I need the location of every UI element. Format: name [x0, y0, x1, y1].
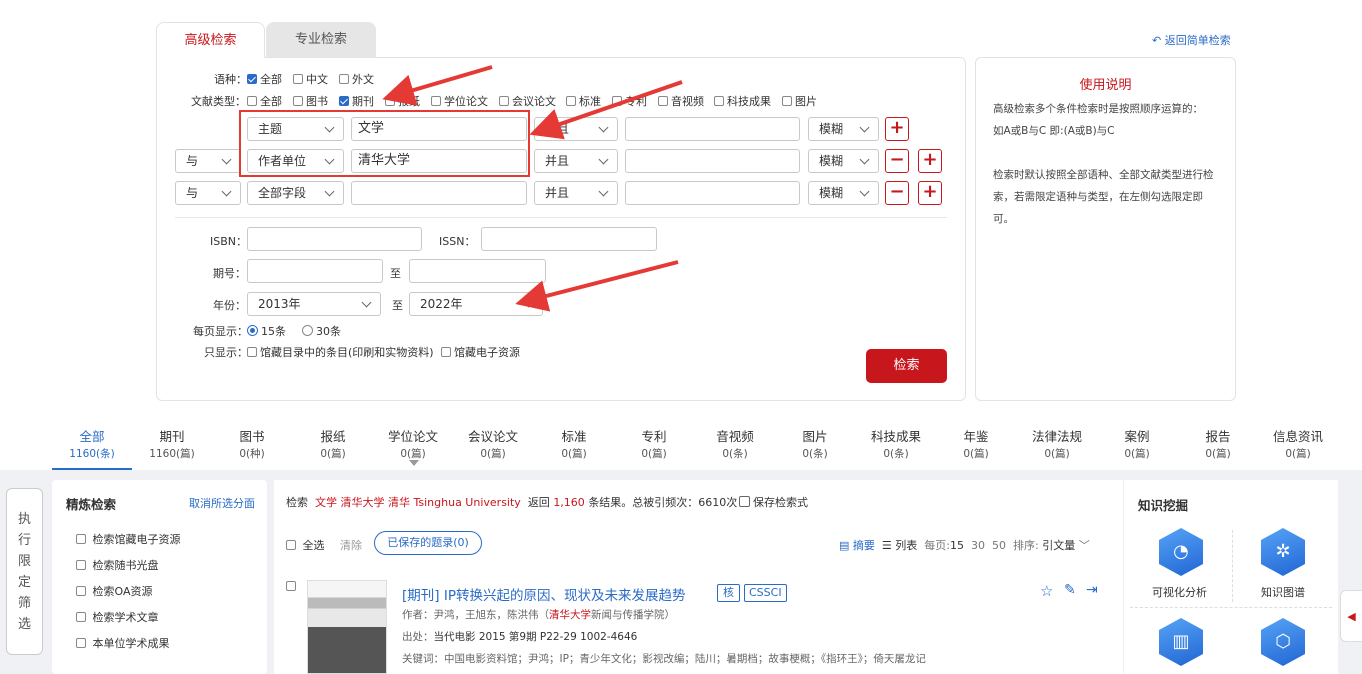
category-tabs: 全部 1160(条) 期刊 1160(篇) 图书 0(种) 报纸 0(篇) 学位论文 0(… [52, 418, 1338, 471]
category-tab-book[interactable]: 图书 0(种) [212, 426, 292, 461]
caret-down-icon[interactable] [409, 460, 419, 466]
arrow-to-year-range [515, 260, 679, 312]
visual-analysis-label[interactable]: 可视化分析 [1152, 584, 1207, 600]
edit-note-icon[interactable]: ✎ [1064, 582, 1076, 598]
perpage-50[interactable]: 50 [992, 539, 1006, 552]
view-list-button[interactable]: ☰ 列表 [882, 539, 917, 552]
favorite-star-icon[interactable]: ☆ [1040, 582, 1053, 600]
record-cover-image[interactable] [307, 580, 387, 674]
record-authors: 作者：尹鸿，王旭东，陈洪伟（清华大学新闻与传播学院） [402, 609, 675, 621]
category-tab-av[interactable]: 音视频 0(条) [695, 426, 775, 461]
record-keywords: 关键词：中国电影资料馆；尹鸿；IP；青少年文化；影视改编；陆川；暑期档；故事梗概… [402, 653, 926, 665]
visual-analysis-icon[interactable]: ◔ [1159, 528, 1203, 576]
category-tab-case[interactable]: 案例 0(篇) [1097, 426, 1177, 461]
knowledge-graph-icon[interactable]: ✲ [1261, 528, 1305, 576]
category-tab-conference[interactable]: 会议论文 0(篇) [453, 426, 533, 461]
category-tab-news[interactable]: 信息资讯 0(篇) [1258, 426, 1338, 461]
network-icon[interactable]: ⬡ [1261, 618, 1305, 666]
refine-item[interactable]: 检索随书光盘 [76, 557, 159, 573]
select-all-checkbox[interactable]: 全选 [286, 537, 325, 553]
category-tab-newspaper[interactable]: 报纸 0(篇) [293, 426, 373, 461]
statistics-chart-icon[interactable]: ▥ [1159, 618, 1203, 666]
knowledge-graph-label[interactable]: 知识图谱 [1261, 584, 1305, 600]
abstract-icon: ▤ [839, 539, 850, 552]
chevron-down-icon: ﹀ [1078, 539, 1090, 552]
saved-records-button[interactable]: 已保存的题录(0) [374, 531, 482, 555]
results-main: 检索 文学 清华大学 清华 Tsinghua University 返回 1,1… [274, 480, 1123, 674]
record-title-link[interactable]: [期刊] IP转换兴起的原因、现状及未来发展趋势 [402, 584, 685, 604]
collapse-panel-tab[interactable]: ◀ [1340, 590, 1362, 642]
perpage-15[interactable]: 15 [950, 539, 964, 552]
refine-panel: 精炼检索 取消所选分面 检索馆藏电子资源 检索随书光盘 检索OA资源 检索学术文… [52, 480, 267, 674]
tab-advanced-search[interactable]: 高级检索 [156, 22, 265, 58]
view-abstract-button[interactable]: ▤ 摘要 [839, 539, 875, 552]
view-toolbar: ▤ 摘要 ☰ 列表 每页:15 30 50 排序: 引文量 ﹀ [839, 539, 1090, 552]
arrow-to-journal-checkbox [382, 65, 493, 106]
record-source: 出处：当代电影 2015 第9期 P22-29 1002-4646 [402, 631, 638, 643]
category-tab-thesis[interactable]: 学位论文 0(篇) [373, 426, 453, 461]
refine-item[interactable]: 检索OA资源 [76, 583, 153, 599]
category-tab-law[interactable]: 法律法规 0(篇) [1017, 426, 1097, 461]
save-query-button[interactable]: 保存检索式 [739, 494, 808, 510]
category-tab-patent[interactable]: 专利 0(篇) [614, 426, 694, 461]
arrow-to-search-terms [529, 80, 683, 140]
record-checkbox[interactable] [286, 580, 299, 593]
refine-title: 精炼检索 [66, 497, 117, 512]
sort-select[interactable]: 引文量 ﹀ [1042, 539, 1090, 552]
save-icon [739, 496, 750, 507]
category-tab-yearbook[interactable]: 年鉴 0(篇) [936, 426, 1016, 461]
refine-item[interactable]: 检索学术文章 [76, 609, 159, 625]
clear-button[interactable]: 清除 [340, 537, 362, 553]
cssci-badge: CSSCI [744, 584, 787, 602]
category-tab-report[interactable]: 报告 0(篇) [1178, 426, 1258, 461]
refine-item[interactable]: 检索馆藏电子资源 [76, 531, 181, 547]
perpage-30[interactable]: 30 [971, 539, 985, 552]
list-icon: ☰ [881, 539, 892, 552]
category-tab-tech[interactable]: 科技成果 0(条) [856, 426, 936, 461]
share-export-icon[interactable]: ⇥ [1086, 582, 1098, 598]
cancel-facets-link[interactable]: 取消所选分面 [189, 495, 255, 511]
apply-filter-side-button[interactable]: 执行限定筛选 [6, 488, 43, 655]
refine-item[interactable]: 本单位学术成果 [76, 635, 170, 651]
category-tab-image[interactable]: 图片 0(条) [775, 426, 855, 461]
results-summary: 检索 文学 清华大学 清华 Tsinghua University 返回 1,1… [286, 496, 738, 509]
category-tab-all[interactable]: 全部 1160(条) [52, 426, 132, 461]
core-badge: 核 [717, 584, 740, 602]
category-tab-journal[interactable]: 期刊 1160(篇) [132, 426, 212, 461]
category-tab-standard[interactable]: 标准 0(篇) [534, 426, 614, 461]
knowledge-title: 知识挖掘 [1138, 498, 1189, 513]
knowledge-mining-panel: 知识挖掘 ◔ 可视化分析 ✲ 知识图谱 ▥ ⬡ [1124, 480, 1338, 674]
